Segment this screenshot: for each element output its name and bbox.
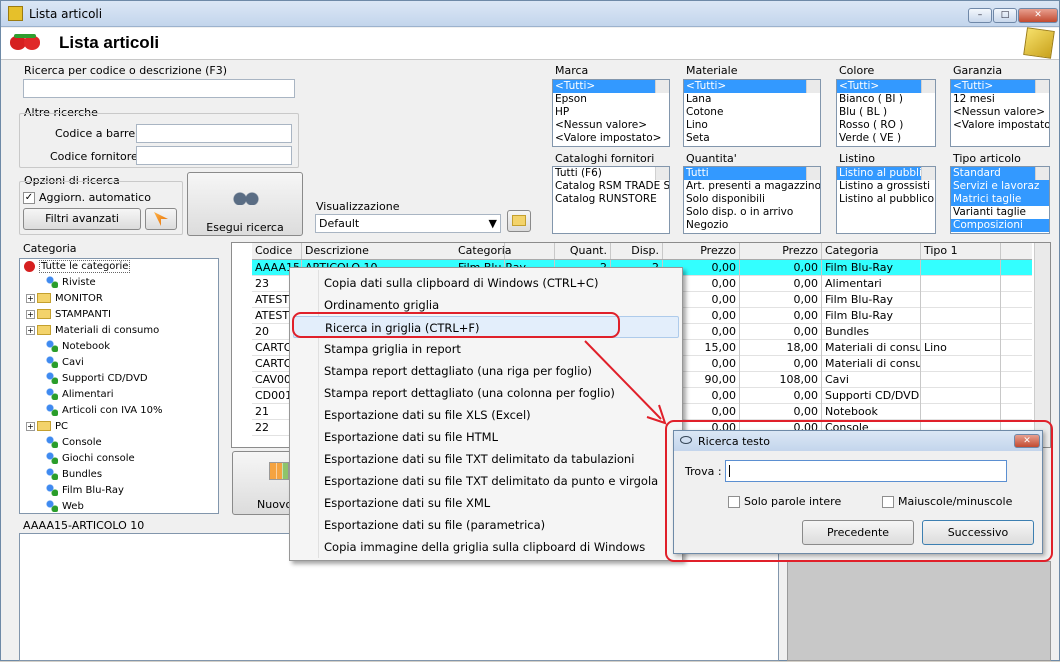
annotation-arrow — [584, 340, 662, 420]
dialog-highlight-ring — [665, 420, 1053, 562]
annotation-layer — [292, 312, 1053, 562]
main-window: Lista articoli – □ ✕ Lista articoli Rice… — [0, 0, 1060, 661]
menu-highlight-ring — [292, 312, 620, 338]
